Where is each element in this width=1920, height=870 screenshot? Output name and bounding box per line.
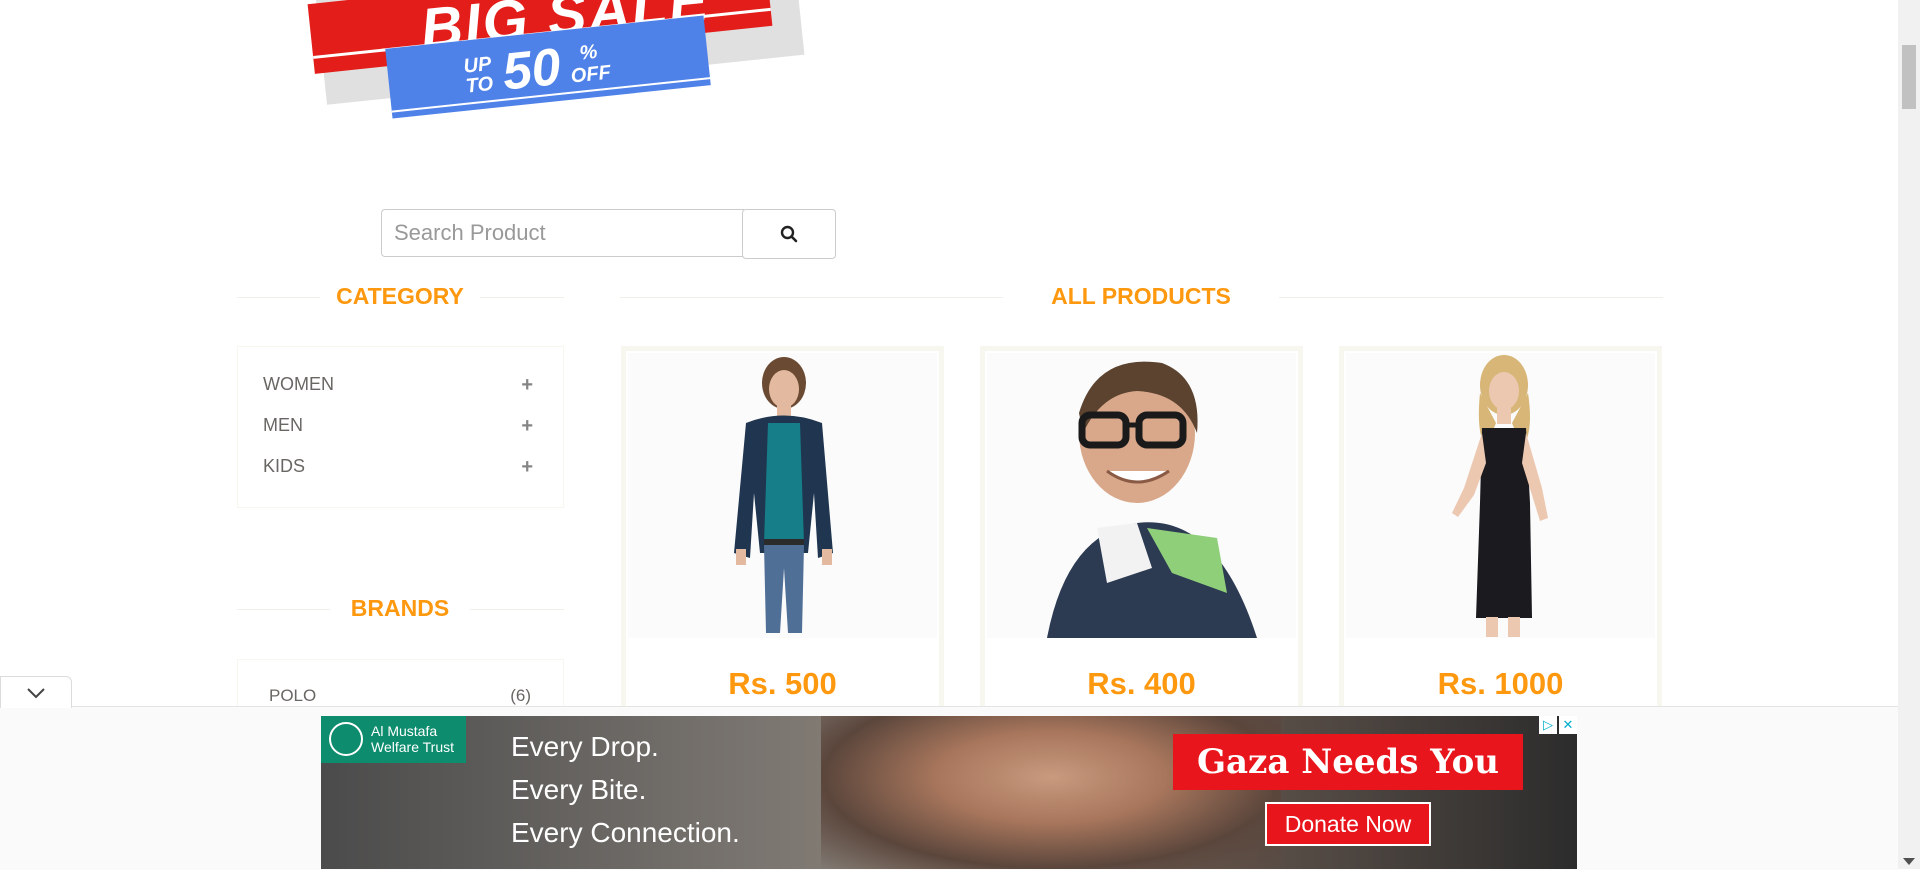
search-icon <box>780 225 798 243</box>
ad-org-line2: Welfare Trust <box>371 739 454 755</box>
plus-icon[interactable]: + <box>521 456 533 479</box>
product-image[interactable] <box>628 353 937 638</box>
search-box <box>381 209 836 259</box>
woman-black-dress-image <box>1346 353 1655 638</box>
ad-choices-icon[interactable]: ▷ <box>1539 716 1557 734</box>
woman-casual-outfit-image <box>628 353 937 638</box>
ad-line: Every Bite. <box>511 774 647 805</box>
ad-org-line1: Al Mustafa <box>371 723 438 739</box>
category-label: MEN <box>263 415 303 435</box>
scroll-down-arrow-icon[interactable] <box>1903 858 1915 865</box>
category-label: KIDS <box>263 456 306 476</box>
category-title: CATEGORY <box>320 283 480 310</box>
category-item-women[interactable]: WOMEN + <box>263 374 533 404</box>
advertisement[interactable]: Al Mustafa Welfare Trust Every Drop. Eve… <box>321 716 1577 869</box>
category-label: WOMEN <box>263 374 334 394</box>
product-card[interactable]: Rs. 1000 <box>1339 346 1662 716</box>
product-price: Rs. 500 <box>728 666 837 701</box>
brands-title: BRANDS <box>330 595 470 622</box>
search-button[interactable] <box>742 209 836 259</box>
close-icon[interactable]: ✕ <box>1559 716 1577 734</box>
product-price: Rs. 1000 <box>1437 666 1564 701</box>
sale-banner: BIG SALE UPTO 50 %OFF <box>300 0 805 130</box>
ad-collapse-tab[interactable] <box>0 676 72 708</box>
product-card[interactable]: Rs. 500 <box>621 346 944 716</box>
banner-off: % OFF <box>569 40 612 88</box>
product-image[interactable] <box>987 353 1296 638</box>
ad-org-logo: Al Mustafa Welfare Trust <box>321 716 466 763</box>
brand-item-polo[interactable]: POLO (6) <box>269 686 531 706</box>
brand-label: POLO <box>269 686 317 705</box>
banner-upto: UP TO <box>462 52 495 98</box>
product-image[interactable] <box>1346 353 1655 638</box>
category-item-men[interactable]: MEN + <box>263 415 533 445</box>
product-price: Rs. 400 <box>1087 666 1196 701</box>
search-input[interactable] <box>381 209 744 257</box>
category-panel: WOMEN + MEN + KIDS + <box>237 346 564 508</box>
plus-icon[interactable]: + <box>521 374 533 397</box>
brand-count: (6) <box>510 686 531 705</box>
product-card[interactable]: Rs. 400 <box>980 346 1303 716</box>
ad-line: Every Connection. <box>511 817 740 848</box>
ad-controls: ▷ ✕ <box>1539 716 1577 734</box>
man-with-glasses-image <box>987 353 1296 638</box>
ad-line: Every Drop. <box>511 731 659 762</box>
donate-button[interactable]: Donate Now <box>1265 802 1431 846</box>
products-title: ALL PRODUCTS <box>1003 283 1279 310</box>
org-emblem-icon <box>329 722 363 756</box>
scrollbar[interactable] <box>1898 0 1920 869</box>
chevron-down-icon <box>27 687 45 698</box>
plus-icon[interactable]: + <box>521 415 533 438</box>
scroll-thumb[interactable] <box>1902 45 1916 109</box>
ad-headline: Gaza Needs You <box>1173 734 1523 790</box>
banner-percent: 50 <box>499 37 564 102</box>
category-item-kids[interactable]: KIDS + <box>263 456 533 486</box>
